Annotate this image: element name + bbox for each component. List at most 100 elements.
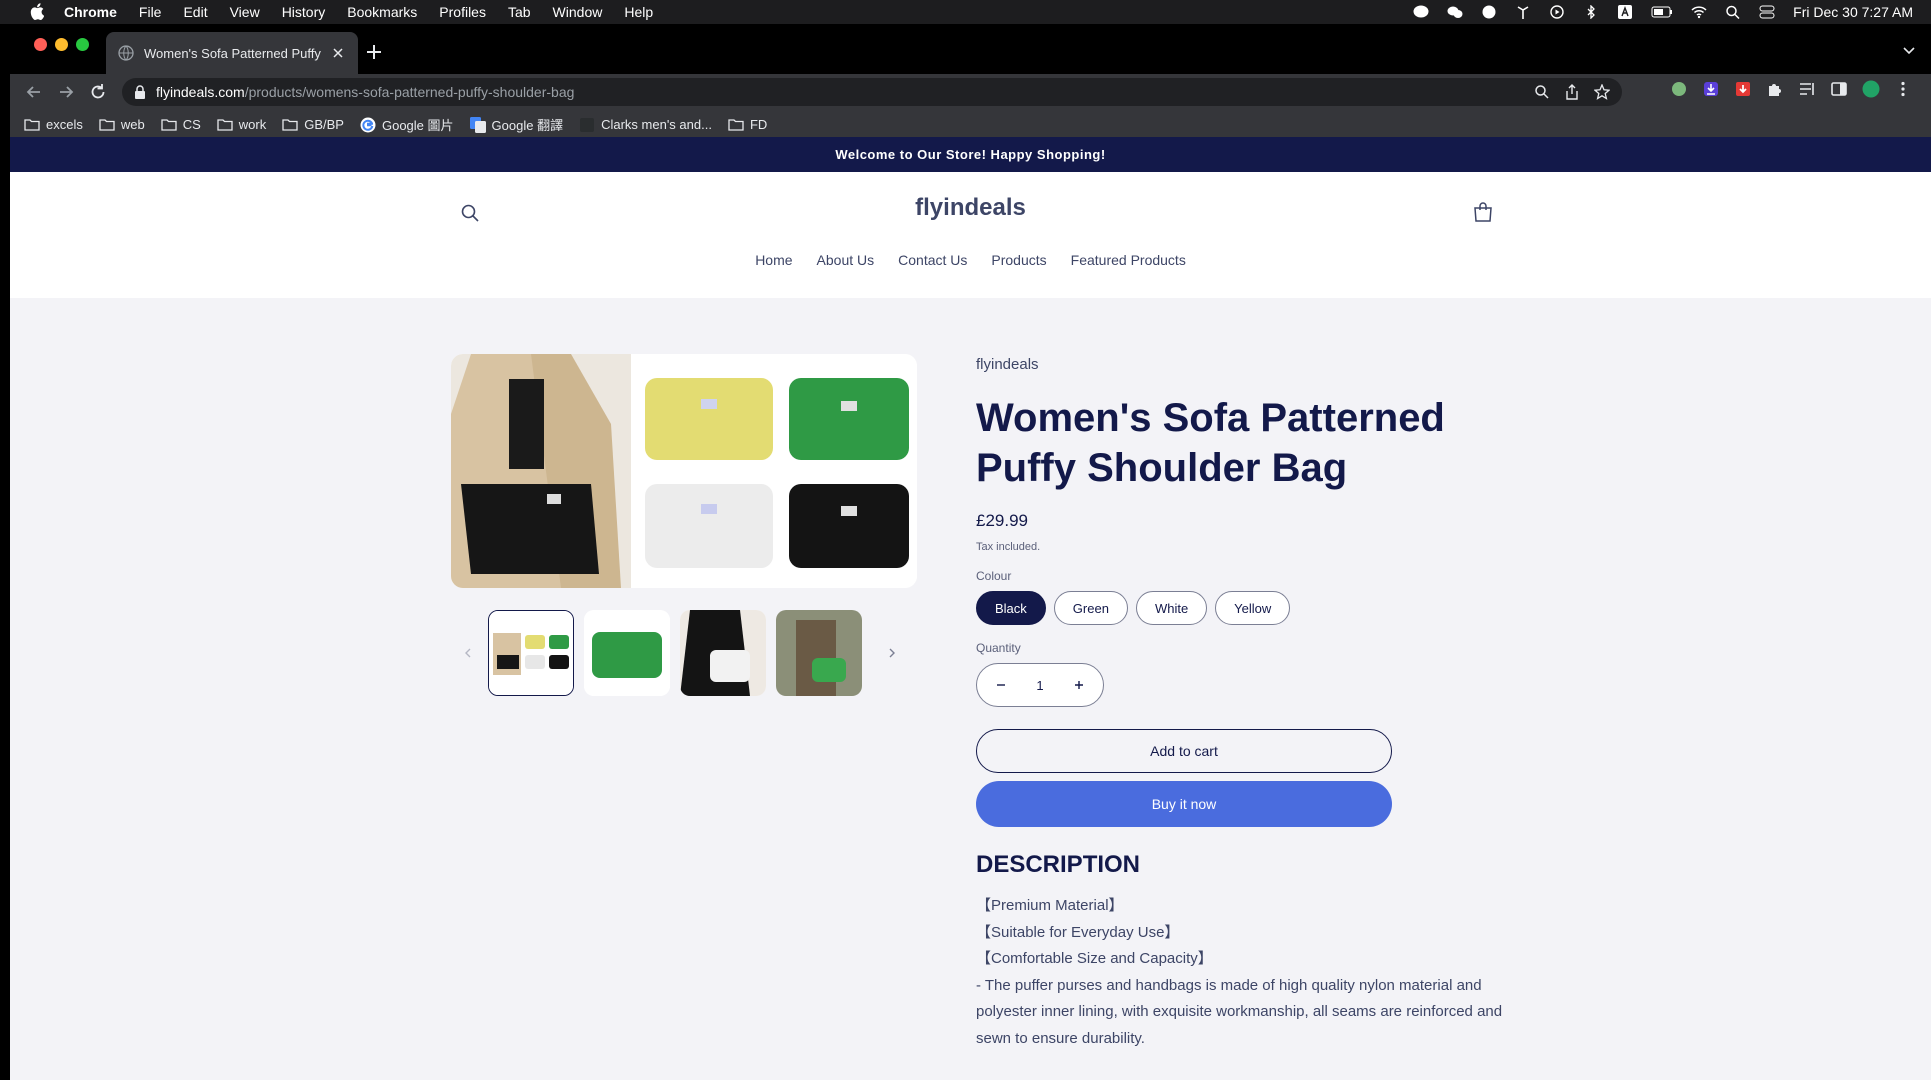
zoom-icon[interactable]: [1534, 84, 1550, 100]
zoom-window-button[interactable]: [76, 38, 89, 51]
tab-title: Women's Sofa Patterned Puffy Shoulder Ba…: [144, 45, 324, 61]
close-window-button[interactable]: [34, 38, 47, 51]
plus-icon[interactable]: [1073, 679, 1085, 691]
bookmark-label: GB/BP: [304, 117, 344, 132]
bluetooth-icon[interactable]: [1583, 5, 1599, 19]
bookmark-gbbp[interactable]: GB/BP: [282, 117, 344, 132]
main-nav: Home About Us Contact Us Products Featur…: [10, 252, 1931, 268]
chevron-right-icon[interactable]: [886, 647, 898, 659]
menu-tab[interactable]: Tab: [508, 4, 531, 20]
spotlight-search-icon[interactable]: [1725, 5, 1741, 19]
bookmark-excels[interactable]: excels: [24, 117, 83, 132]
new-tab-icon[interactable]: [362, 40, 386, 64]
profile-avatar-icon[interactable]: [1862, 80, 1880, 98]
back-arrow-icon[interactable]: [24, 82, 44, 102]
colour-option-black[interactable]: Black: [976, 591, 1046, 625]
close-tab-icon[interactable]: [330, 45, 346, 61]
reading-list-icon[interactable]: [1798, 80, 1816, 98]
chevron-left-icon[interactable]: [462, 647, 474, 659]
lock-icon[interactable]: [134, 85, 146, 99]
colour-option-green[interactable]: Green: [1053, 591, 1128, 625]
buy-now-button[interactable]: Buy it now: [976, 781, 1392, 827]
wifi-icon[interactable]: [1691, 5, 1707, 19]
thumbnail-2[interactable]: [584, 610, 670, 696]
colour-label: Colour: [976, 569, 1012, 583]
nav-featured-products[interactable]: Featured Products: [1071, 252, 1186, 268]
nav-products[interactable]: Products: [991, 252, 1046, 268]
description-paragraph: - The puffer purses and handbags is made…: [976, 976, 1503, 1047]
minus-icon[interactable]: [995, 679, 1007, 691]
product-main-image[interactable]: [451, 354, 917, 588]
address-bar[interactable]: flyindeals.com/products/womens-sofa-patt…: [122, 78, 1622, 106]
nav-about-us[interactable]: About Us: [817, 252, 875, 268]
input-source-icon[interactable]: [1617, 5, 1633, 19]
bookmark-clarks[interactable]: Clarks men's and...: [579, 117, 712, 133]
bookmark-label: CS: [182, 117, 201, 132]
description-line: 【Suitable for Everyday Use】: [976, 923, 1180, 941]
active-tab[interactable]: Women's Sofa Patterned Puffy Shoulder Ba…: [106, 32, 358, 74]
folder-icon: [161, 119, 177, 131]
battery-icon[interactable]: [1651, 5, 1673, 19]
bookmark-cs[interactable]: CS: [161, 117, 201, 132]
menu-bookmarks[interactable]: Bookmarks: [347, 4, 417, 20]
announcement-bar: Welcome to Our Store! Happy Shopping!: [10, 137, 1931, 172]
menu-edit[interactable]: Edit: [183, 4, 207, 20]
download-extension-icon[interactable]: [1702, 80, 1720, 98]
play-icon[interactable]: [1549, 5, 1565, 19]
description-text: 【Premium Material】 【Suitable for Everyda…: [976, 893, 1506, 1052]
menu-file[interactable]: File: [139, 4, 162, 20]
tab-search-chevron-icon[interactable]: [1901, 42, 1917, 58]
bookmark-work[interactable]: work: [217, 117, 266, 132]
product-info: flyindeals Women's Sofa Patterned Puffy …: [976, 354, 1536, 1052]
antenna-icon[interactable]: [1515, 5, 1531, 19]
menu-history[interactable]: History: [282, 4, 326, 20]
site-icon: [580, 117, 595, 132]
colour-option-white[interactable]: White: [1135, 591, 1208, 625]
colour-option-yellow[interactable]: Yellow: [1215, 591, 1291, 625]
cart-icon[interactable]: [1472, 201, 1494, 223]
menu-help[interactable]: Help: [624, 4, 653, 20]
nav-home[interactable]: Home: [755, 252, 792, 268]
menu-view[interactable]: View: [230, 4, 260, 20]
bookmark-star-icon[interactable]: [1594, 84, 1610, 100]
line-app-icon[interactable]: [1413, 5, 1429, 19]
nav-contact-us[interactable]: Contact Us: [898, 252, 967, 268]
control-center-icon[interactable]: [1759, 5, 1775, 19]
bookmark-fd[interactable]: FD: [728, 117, 767, 132]
side-panel-icon[interactable]: [1830, 80, 1848, 98]
menu-app-name[interactable]: Chrome: [64, 4, 117, 20]
app-status-icon[interactable]: [1481, 5, 1497, 19]
apple-logo-icon[interactable]: [30, 3, 44, 20]
forward-arrow-icon[interactable]: [56, 82, 76, 102]
quantity-value[interactable]: 1: [1036, 678, 1043, 693]
web-page: Welcome to Our Store! Happy Shopping! fl…: [10, 137, 1931, 1080]
reload-icon[interactable]: [88, 82, 108, 102]
thumbnail-4[interactable]: [776, 610, 862, 696]
translate-icon: [469, 116, 486, 133]
thumbnail-3[interactable]: [680, 610, 766, 696]
menu-window[interactable]: Window: [553, 4, 603, 20]
share-icon[interactable]: [1564, 84, 1580, 100]
folder-icon: [99, 119, 115, 131]
bookmark-label: work: [238, 117, 267, 132]
bookmark-google-images[interactable]: Google 圖片: [360, 115, 454, 134]
extension-circle-icon[interactable]: [1670, 80, 1688, 98]
description-line: 【Comfortable Size and Capacity】: [976, 950, 1213, 967]
chrome-menu-icon[interactable]: [1894, 80, 1912, 98]
tax-note: Tax included.: [976, 541, 1041, 553]
red-download-icon[interactable]: [1734, 80, 1752, 98]
thumbnail-1[interactable]: [488, 610, 574, 696]
folder-icon: [728, 119, 744, 131]
bookmark-google-translate[interactable]: Google 翻譯: [469, 115, 563, 134]
add-to-cart-button[interactable]: Add to cart: [976, 729, 1392, 773]
menu-profiles[interactable]: Profiles: [439, 4, 486, 20]
bookmark-label: FD: [749, 117, 768, 132]
product-vendor: flyindeals: [976, 356, 1039, 373]
extensions-puzzle-icon[interactable]: [1766, 80, 1784, 98]
macos-menubar: Chrome File Edit View History Bookmarks …: [0, 0, 1931, 24]
wechat-icon[interactable]: [1447, 5, 1463, 19]
menubar-clock[interactable]: Fri Dec 30 7:27 AM: [1793, 4, 1913, 20]
minimize-window-button[interactable]: [55, 38, 68, 51]
bookmark-web[interactable]: web: [99, 117, 145, 132]
store-logo[interactable]: flyindeals: [10, 194, 1931, 222]
